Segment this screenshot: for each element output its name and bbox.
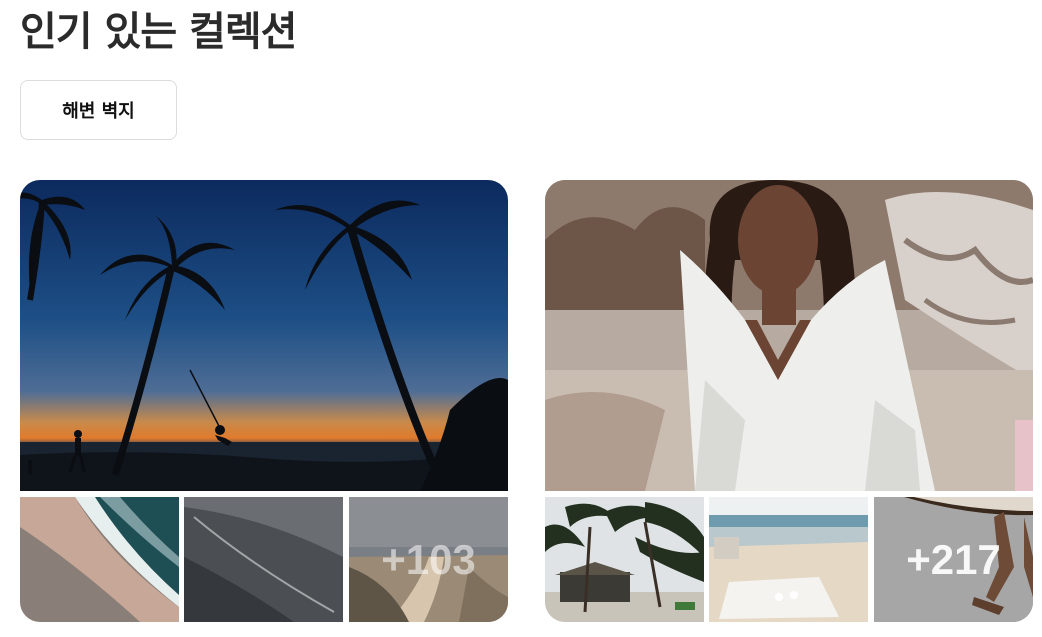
dark-sand-image [184,497,343,622]
filter-chip-label: 해변 벽지 [62,101,135,122]
more-count-label: +217 [906,535,1001,583]
palm-house-image [545,497,704,622]
portrait-beach-image [545,180,1033,491]
palm-sunset-image [20,180,508,491]
beach-path-image: +103 [349,497,508,622]
page-title: 인기 있는 컬렉션 [20,9,297,55]
surfer-legs-image: +217 [874,497,1033,622]
collection-card-1[interactable]: +103 [20,180,508,622]
beach-picnic-image [709,497,868,622]
more-count-label: +103 [381,535,476,583]
aerial-shore-image [20,497,179,622]
filter-chip-beach-wallpaper[interactable]: 해변 벽지 [20,80,177,140]
collection-card-2[interactable]: +217 [545,180,1033,622]
